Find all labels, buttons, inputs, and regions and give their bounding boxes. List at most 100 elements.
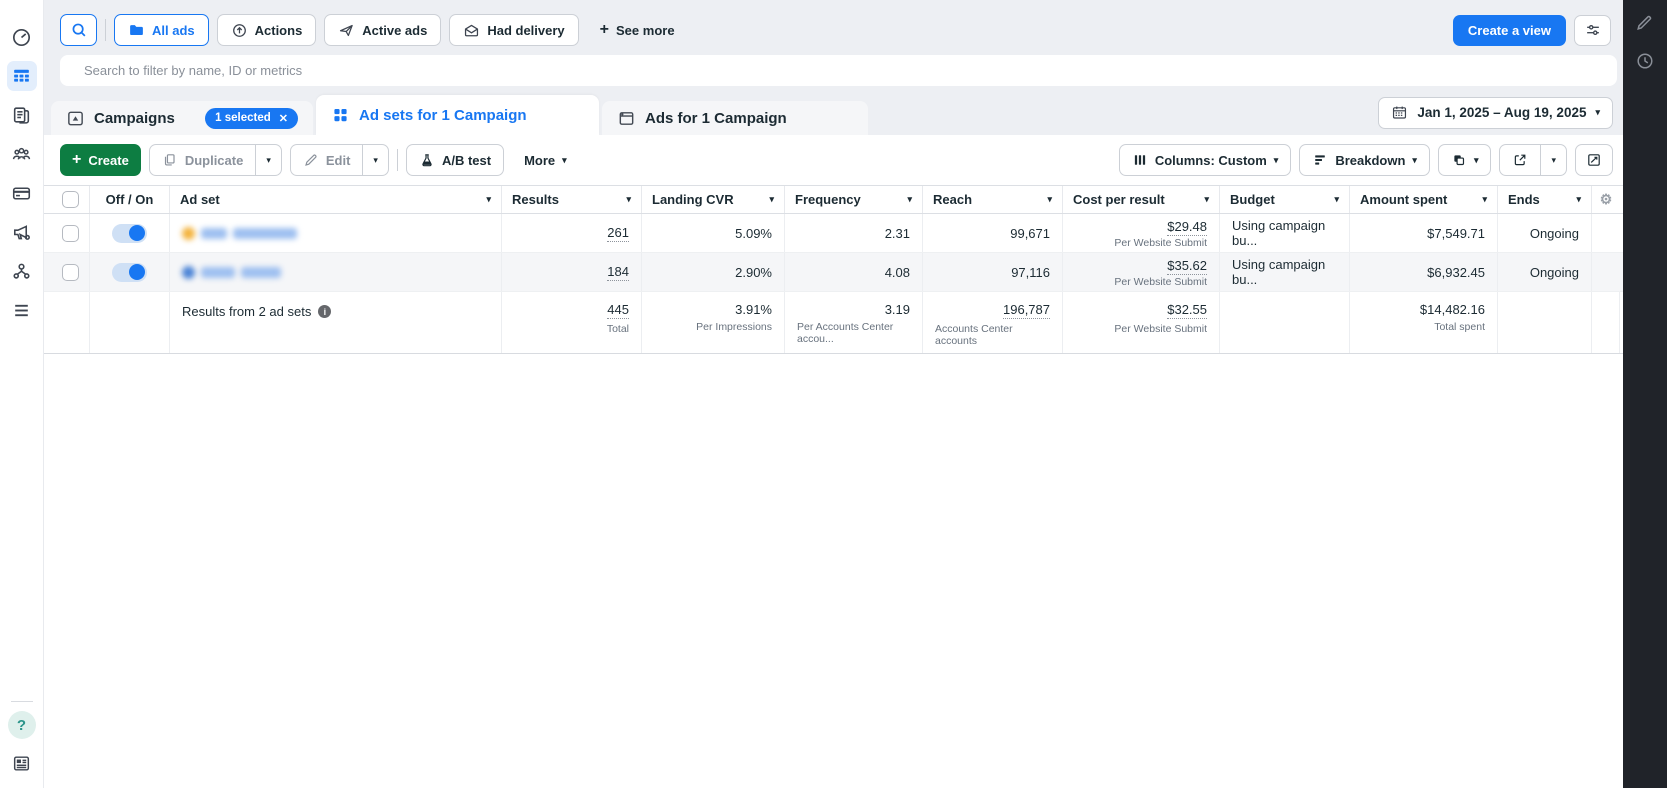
edit-label: Edit [325, 152, 351, 168]
plus-icon: + [72, 151, 82, 168]
sort-caret-icon[interactable]: ▾ [1482, 194, 1487, 205]
summary-reach[interactable]: 196,787 [1003, 302, 1050, 319]
sort-caret-icon[interactable]: ▾ [1334, 194, 1339, 205]
sort-caret-icon[interactable]: ▾ [1047, 194, 1052, 205]
duplicate-button[interactable]: Duplicate [150, 145, 256, 175]
columns-button[interactable]: Columns: Custom ▾ [1118, 144, 1292, 176]
col-cost-per-result[interactable]: Cost per result ▾ [1063, 186, 1220, 213]
create-button[interactable]: + Create [60, 144, 141, 176]
help-button[interactable]: ? [7, 711, 36, 739]
account-overview-icon[interactable] [7, 22, 37, 52]
more-label: More [524, 152, 556, 168]
filter-all-ads[interactable]: All ads [114, 14, 209, 46]
results-value[interactable]: 261 [607, 225, 629, 242]
tab-campaigns[interactable]: Campaigns 1 selected ✕ [51, 101, 313, 135]
filter-actions[interactable]: Actions [216, 14, 317, 46]
right-utility-rail [1623, 0, 1667, 788]
date-range-label: Jan 1, 2025 – Aug 19, 2025 [1417, 105, 1587, 120]
announcements-icon[interactable] [7, 748, 37, 778]
filter-active-ads[interactable]: Active ads [324, 14, 442, 46]
breakdown-button[interactable]: Breakdown ▾ [1299, 144, 1430, 176]
edit-pencil-icon[interactable] [1633, 10, 1657, 34]
col-results[interactable]: Results ▾ [502, 186, 642, 213]
duplicate-menu-button[interactable]: ▾ [255, 145, 281, 175]
ends-value: Ongoing [1498, 253, 1592, 291]
sort-caret-icon[interactable]: ▾ [626, 194, 631, 205]
col-ad-set[interactable]: Ad set ▾ [170, 186, 502, 213]
level-tabs: Campaigns 1 selected ✕ Ad sets for 1 Cam… [44, 95, 1623, 135]
sort-caret-icon[interactable]: ▾ [1204, 194, 1209, 205]
sort-caret-icon[interactable]: ▾ [486, 194, 491, 205]
ad-set-name-cell[interactable] [170, 253, 502, 291]
sort-caret-icon[interactable]: ▾ [907, 194, 912, 205]
export-button[interactable] [1500, 145, 1540, 175]
col-ends[interactable]: Ends ▾ [1498, 186, 1592, 213]
calendar-icon [1393, 106, 1407, 119]
col-amount-spent[interactable]: Amount spent ▾ [1350, 186, 1498, 213]
table-header-row: Off / On Ad set ▾ Results ▾ Landing CVR ▾ F… [44, 185, 1623, 214]
col-reach[interactable]: Reach ▾ [923, 186, 1063, 213]
view-settings-button[interactable] [1574, 14, 1611, 46]
ab-test-button[interactable]: A/B test [405, 144, 505, 176]
col-frequency[interactable]: Frequency ▾ [785, 186, 923, 213]
date-range-picker[interactable]: Jan 1, 2025 – Aug 19, 2025 ▾ [1378, 96, 1613, 129]
export-menu-button[interactable]: ▾ [1540, 145, 1566, 175]
promotions-settings-icon[interactable] [7, 217, 37, 247]
search-input[interactable] [60, 55, 1617, 86]
reach-value: 97,116 [923, 253, 1063, 291]
charts-button[interactable] [1575, 144, 1613, 176]
close-icon[interactable]: ✕ [279, 112, 288, 125]
row-checkbox[interactable] [61, 263, 79, 281]
edit-menu-button[interactable]: ▾ [362, 145, 388, 175]
search-button[interactable] [60, 14, 97, 46]
cost-per-result-value[interactable]: $29.48 [1167, 219, 1207, 236]
pages-reports-icon[interactable] [7, 100, 37, 130]
landing-cvr-value: 5.09% [642, 214, 785, 252]
breakdown-label: Breakdown [1335, 152, 1406, 168]
ad-set-name-cell[interactable] [170, 214, 502, 252]
summary-amount-spent: $14,482.16 [1419, 302, 1485, 317]
summary-reach-sub: Accounts Center accounts [935, 323, 1013, 347]
col-budget[interactable]: Budget ▾ [1220, 186, 1350, 213]
history-clock-icon[interactable] [1633, 49, 1657, 73]
ad-set-toggle[interactable] [112, 262, 147, 282]
audiences-icon[interactable] [7, 139, 37, 169]
see-more-button[interactable]: + See more [587, 14, 688, 46]
tab-ads[interactable]: Ads for 1 Campaign [602, 101, 868, 135]
org-structure-icon[interactable] [7, 256, 37, 286]
redacted-ad-set-name [182, 265, 281, 279]
more-button[interactable]: More ▾ [512, 144, 579, 176]
tab-ad-sets[interactable]: Ad sets for 1 Campaign [316, 95, 599, 135]
all-tools-menu-icon[interactable] [7, 295, 37, 325]
filter-had-delivery[interactable]: Had delivery [449, 14, 579, 46]
info-icon[interactable]: i [318, 305, 332, 318]
summary-results[interactable]: 445 [607, 302, 629, 319]
select-all-checkbox[interactable] [61, 191, 79, 208]
col-off-on: Off / On [90, 186, 170, 213]
edit-button[interactable]: Edit [291, 145, 363, 175]
tab-campaigns-label: Campaigns [94, 109, 175, 127]
create-view-button[interactable]: Create a view [1452, 14, 1566, 46]
summary-cost-per-result[interactable]: $32.55 [1167, 302, 1207, 319]
sort-caret-icon[interactable]: ▾ [1576, 194, 1581, 205]
columns-label: Columns: Custom [1154, 152, 1267, 168]
results-value[interactable]: 184 [607, 264, 629, 281]
reports-button[interactable]: ▾ [1439, 145, 1491, 175]
plus-icon: + [599, 21, 610, 38]
column-settings-button[interactable]: ⚙ [1592, 186, 1620, 213]
tab-ads-label: Ads for 1 Campaign [645, 109, 787, 127]
billing-icon[interactable] [7, 178, 37, 208]
amount-spent-value: $7,549.71 [1350, 214, 1498, 252]
ad-set-toggle[interactable] [112, 223, 147, 243]
cost-per-result-value[interactable]: $35.62 [1167, 258, 1207, 275]
duplicate-split-button: Duplicate ▾ [148, 144, 282, 176]
selected-count-badge[interactable]: 1 selected ✕ [205, 107, 298, 129]
layered-reports-icon [1454, 155, 1465, 166]
campaigns-nav-icon[interactable] [6, 61, 37, 91]
ads-manager-app: ? All ads Actions Active ads Had deliver… [0, 0, 1667, 788]
paper-plane-icon [340, 24, 354, 36]
sort-caret-icon[interactable]: ▾ [769, 194, 774, 205]
col-landing-cvr[interactable]: Landing CVR ▾ [642, 186, 785, 213]
row-checkbox[interactable] [61, 224, 79, 242]
filter-bar: All ads Actions Active ads Had delivery … [60, 14, 1611, 46]
